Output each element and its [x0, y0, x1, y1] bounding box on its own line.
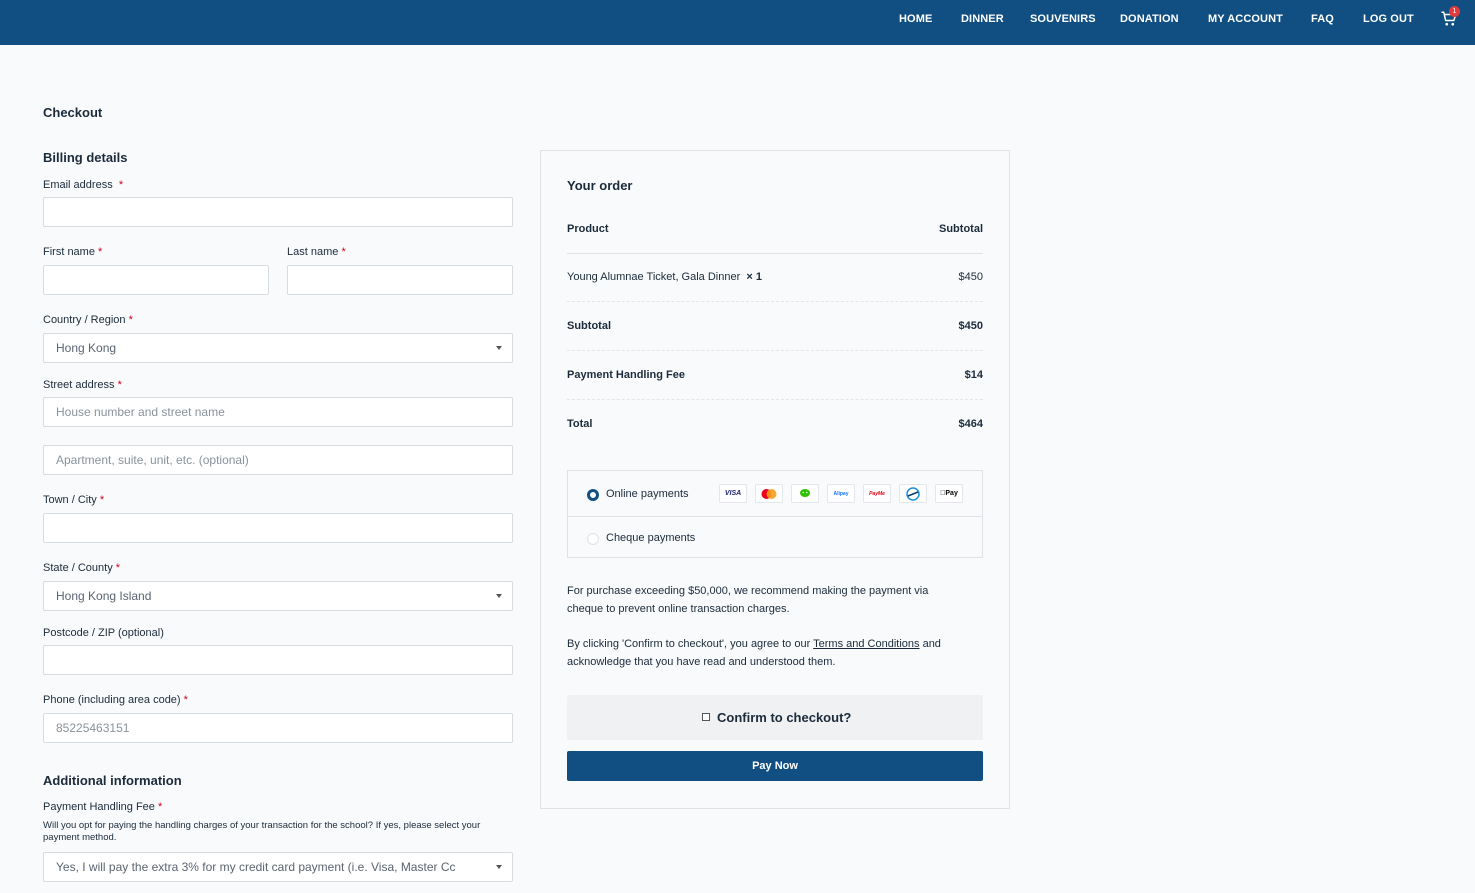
first-name-label: First name * — [43, 246, 103, 258]
order-item-quantity: × 1 — [746, 271, 762, 283]
payment-handling-fee-label: Payment Handling Fee * — [43, 801, 163, 813]
payme-icon: PayMe — [863, 484, 891, 503]
apple-pay-icon: Pay — [935, 484, 963, 503]
email-label: Email address * — [43, 179, 124, 191]
state-label: State / County * — [43, 562, 121, 574]
payment-handling-fee-value: Yes, I will pay the extra 3% for my cred… — [56, 860, 456, 874]
visa-card-icon: VISA — [719, 484, 747, 503]
country-select-value: Hong Kong — [56, 341, 117, 355]
payment-handling-fee-select[interactable]: Yes, I will pay the extra 3% for my cred… — [43, 852, 513, 882]
postcode-field[interactable] — [43, 645, 513, 675]
payment-handling-fee-hint: Will you opt for paying the handling cha… — [43, 820, 481, 843]
state-select-value: Hong Kong Island — [56, 589, 152, 603]
online-payments-radio[interactable] — [587, 489, 599, 501]
terms-and-conditions-link[interactable]: Terms and Conditions — [813, 638, 919, 650]
chevron-down-icon — [496, 346, 502, 350]
chevron-down-icon — [496, 865, 502, 869]
divider — [567, 516, 983, 517]
confirm-checkout-label[interactable]: Confirm to checkout? — [717, 710, 851, 725]
divider — [567, 253, 983, 254]
first-name-field[interactable] — [43, 265, 269, 295]
nav-my-account[interactable]: MY ACCOUNT — [1208, 13, 1283, 25]
handling-fee-label: Payment Handling Fee — [567, 369, 685, 381]
nav-log-out[interactable]: LOG OUT — [1363, 13, 1414, 25]
subtotal-column-header: Subtotal — [939, 223, 983, 235]
cheque-payments-label[interactable]: Cheque payments — [606, 532, 695, 544]
chevron-down-icon — [496, 594, 502, 598]
order-item-name: Young Alumnae Ticket, Gala Dinner — [567, 271, 741, 283]
additional-information-heading: Additional information — [43, 773, 182, 788]
nav-souvenirs[interactable]: SOUVENIRS — [1030, 13, 1096, 25]
billing-details-heading: Billing details — [43, 150, 128, 165]
terms-note: By clicking 'Confirm to checkout', you a… — [567, 638, 941, 668]
wechat-pay-icon — [791, 484, 819, 503]
pay-now-button[interactable]: Pay Now — [567, 751, 983, 781]
divider — [567, 350, 983, 351]
mastercard-icon — [755, 484, 783, 503]
total-value: $464 — [958, 418, 983, 430]
your-order-heading: Your order — [567, 178, 633, 193]
divider — [567, 399, 983, 400]
fps-icon — [899, 484, 927, 503]
country-select[interactable]: Hong Kong — [43, 333, 513, 363]
state-select[interactable]: Hong Kong Island — [43, 581, 513, 611]
email-field[interactable] — [43, 197, 513, 227]
confirm-checkout-checkbox[interactable] — [702, 713, 710, 721]
nav-home[interactable]: HOME — [899, 13, 932, 25]
city-label: Town / City * — [43, 494, 105, 506]
nav-faq[interactable]: FAQ — [1311, 13, 1334, 25]
cart-count-badge: 1 — [1449, 6, 1460, 17]
nav-donation[interactable]: DONATION — [1120, 13, 1179, 25]
subtotal-label: Subtotal — [567, 320, 611, 332]
postcode-label: Postcode / ZIP (optional) — [43, 627, 164, 639]
country-label: Country / Region * — [43, 314, 133, 326]
last-name-label: Last name * — [287, 246, 346, 258]
alipay-icon: Alipay — [827, 484, 855, 503]
phone-field[interactable]: 85225463151 — [43, 713, 513, 743]
order-item-price: $450 — [958, 271, 983, 283]
page-title: Checkout — [43, 105, 103, 120]
large-purchase-note: For purchase exceeding $50,000, we recom… — [567, 585, 929, 615]
subtotal-value: $450 — [958, 320, 983, 332]
city-field[interactable] — [43, 513, 513, 543]
divider — [567, 301, 983, 302]
last-name-field[interactable] — [287, 265, 513, 295]
street-address-label: Street address * — [43, 379, 122, 391]
street-address-field[interactable]: House number and street name — [43, 397, 513, 427]
handling-fee-value: $14 — [964, 369, 983, 381]
total-label: Total — [567, 418, 593, 430]
phone-label: Phone (including area code) * — [43, 694, 188, 706]
top-navigation-bar: HOME DINNER SOUVENIRS DONATION MY ACCOUN… — [0, 0, 1475, 45]
apartment-field[interactable]: Apartment, suite, unit, etc. (optional) — [43, 445, 513, 475]
product-column-header: Product — [567, 223, 609, 235]
nav-dinner[interactable]: DINNER — [961, 13, 1004, 25]
order-item-row: Young Alumnae Ticket, Gala Dinner × 1 — [567, 271, 762, 283]
online-payments-label[interactable]: Online payments — [606, 488, 689, 500]
cheque-payments-radio[interactable] — [587, 533, 599, 545]
